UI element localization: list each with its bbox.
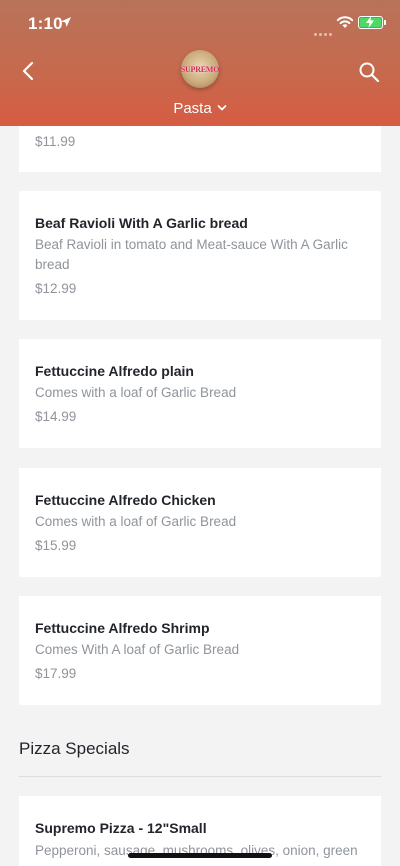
item-description: Pepperoni, sausage, mushrooms, olives, o… (35, 843, 358, 858)
item-price: $12.99 (35, 281, 77, 296)
menu-item-card[interactable]: Fettuccine Alfredo plain Comes with a lo… (19, 339, 381, 448)
category-label: Pasta (173, 99, 212, 117)
wifi-icon (336, 16, 354, 28)
status-time: 1:10 (28, 14, 63, 33)
cellular-signal-icon (314, 23, 334, 36)
search-icon[interactable] (358, 61, 380, 83)
item-price: $17.99 (35, 666, 77, 681)
restaurant-header: 1:10 SUPREMO Pasta (0, 0, 400, 126)
logo-text: SUPREMO (181, 64, 219, 74)
item-name: Fettuccine Alfredo Shrimp (35, 620, 210, 636)
restaurant-logo: SUPREMO (181, 50, 219, 88)
menu-item-card[interactable]: Fettuccine Alfredo Shrimp Comes With A l… (19, 596, 381, 705)
back-chevron-icon[interactable] (18, 60, 38, 82)
item-name: Fettuccine Alfredo Chicken (35, 492, 216, 508)
section-divider (19, 776, 381, 777)
battery-tip (384, 20, 386, 25)
menu-item-card[interactable]: Beaf Ravioli With A Garlic bread Beaf Ra… (19, 191, 381, 320)
item-description: Comes with a loaf of Garlic Bread (35, 514, 237, 529)
item-price: $14.99 (35, 409, 77, 424)
item-price: $11.99 (35, 134, 76, 149)
home-indicator (128, 853, 272, 858)
menu-item-card[interactable]: Fettuccine Alfredo Chicken Comes with a … (19, 468, 381, 577)
item-name: Fettuccine Alfredo plain (35, 363, 194, 379)
status-bar: 1:10 (0, 0, 400, 46)
chevron-down-icon (217, 105, 227, 111)
battery-icon (358, 16, 383, 29)
item-description: Comes With A loaf of Garlic Bread (35, 642, 240, 657)
item-name: Beaf Ravioli With A Garlic bread (35, 215, 248, 231)
item-name: Supremo Pizza - 12"Small (35, 820, 207, 836)
item-price: $15.99 (35, 538, 77, 553)
item-description: Beaf Ravioli in tomato and Meat-sauce Wi… (35, 237, 348, 272)
location-arrow-icon (61, 17, 71, 27)
category-dropdown[interactable]: Pasta (0, 98, 400, 118)
item-description: Comes with a loaf of Garlic Bread (35, 385, 237, 400)
section-title: Pizza Specials (19, 739, 130, 758)
